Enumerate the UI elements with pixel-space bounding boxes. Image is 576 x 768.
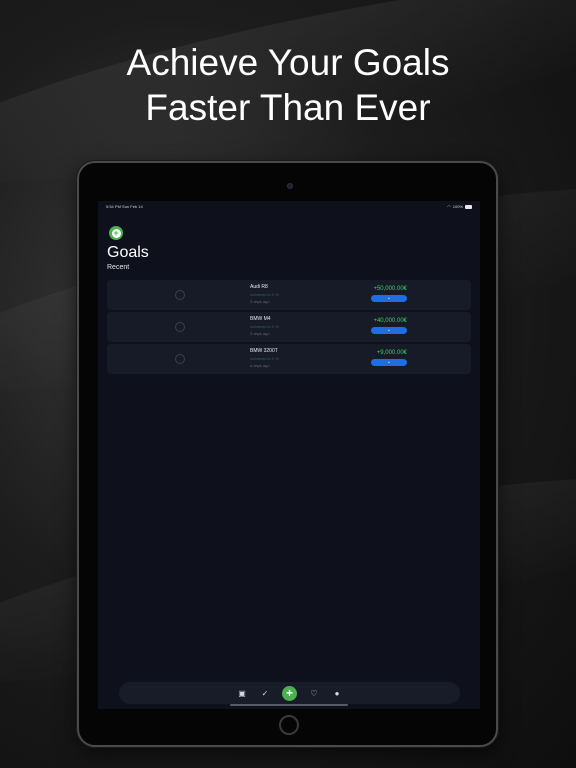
- wallet-icon: ▣: [238, 688, 246, 698]
- status-right: ◠ 100%: [447, 204, 472, 209]
- goals-list: Audi R8 Achieved in 0 % 3 days ago +50,0…: [107, 280, 471, 376]
- headline-line-1: Achieve Your Goals: [126, 42, 450, 83]
- app-screen: 5:54 PM Sun Feb 14 ◠ 100% + Goals Recent…: [98, 201, 480, 709]
- expand-button[interactable]: ⌄: [371, 295, 407, 302]
- chevron-down-icon: ⌄: [386, 359, 392, 365]
- marketing-headline: Achieve Your Goals Faster Than Ever: [0, 40, 576, 130]
- chevron-down-icon: ⌄: [386, 295, 392, 301]
- tab-favorites[interactable]: ♡: [308, 687, 320, 699]
- status-bar: 5:54 PM Sun Feb 14 ◠ 100%: [98, 203, 480, 210]
- goal-card[interactable]: Audi R8 Achieved in 0 % 3 days ago +50,0…: [107, 280, 471, 310]
- progress-ring: [175, 322, 185, 332]
- goal-card[interactable]: BMW 3200T Achieved in 0 % a days ago +9,…: [107, 344, 471, 374]
- battery-percent: 100%: [452, 204, 463, 209]
- check-circle-icon: ✓: [261, 688, 269, 698]
- section-label-recent: Recent: [107, 264, 130, 271]
- bottom-tab-bar: ▣ ✓ + ♡ ●: [119, 682, 460, 704]
- add-goal-button[interactable]: +: [109, 226, 123, 240]
- wifi-icon: ◠: [447, 204, 451, 209]
- expand-button[interactable]: ⌄: [371, 359, 407, 366]
- goal-achieved: Achieved in 0 %: [250, 356, 279, 361]
- goal-name: BMW M4: [250, 316, 271, 322]
- goal-time: a days ago: [250, 363, 270, 368]
- tablet-frame: 5:54 PM Sun Feb 14 ◠ 100% + Goals Recent…: [77, 161, 498, 747]
- tab-profile[interactable]: ●: [331, 687, 343, 699]
- chevron-down-icon: ⌄: [386, 327, 392, 333]
- heart-icon: ♡: [310, 688, 318, 698]
- expand-button[interactable]: ⌄: [371, 327, 407, 334]
- goal-amount: +50,000.00€: [373, 286, 407, 292]
- headline-line-2: Faster Than Ever: [145, 87, 431, 128]
- goal-time: 3 days ago: [250, 331, 270, 336]
- tab-wallet[interactable]: ▣: [236, 687, 248, 699]
- goal-card[interactable]: BMW M4 Achieved in 0 % 3 days ago +40,00…: [107, 312, 471, 342]
- goal-amount: +9,000.00€: [376, 350, 407, 356]
- goal-achieved: Achieved in 0 %: [250, 292, 279, 297]
- progress-ring: [175, 290, 185, 300]
- plus-icon: +: [285, 685, 293, 700]
- profile-icon: ●: [334, 688, 340, 698]
- status-time-date: 5:54 PM Sun Feb 14: [106, 204, 143, 209]
- goal-achieved: Achieved in 0 %: [250, 324, 279, 329]
- page-title: Goals: [107, 244, 149, 261]
- home-indicator: [230, 704, 348, 706]
- home-button[interactable]: [279, 715, 299, 735]
- status-date: Sun Feb 14: [122, 204, 143, 209]
- battery-icon: [465, 204, 472, 209]
- camera-icon: [287, 183, 293, 189]
- tab-goals[interactable]: ✓: [259, 687, 271, 699]
- status-time: 5:54 PM: [106, 204, 121, 209]
- goal-name: BMW 3200T: [250, 348, 278, 354]
- progress-ring: [175, 354, 185, 364]
- plus-icon: +: [111, 227, 121, 238]
- goal-amount: +40,000.00€: [373, 318, 407, 324]
- tab-add-button[interactable]: +: [282, 685, 297, 701]
- goal-name: Audi R8: [250, 284, 268, 290]
- goal-time: 3 days ago: [250, 299, 270, 304]
